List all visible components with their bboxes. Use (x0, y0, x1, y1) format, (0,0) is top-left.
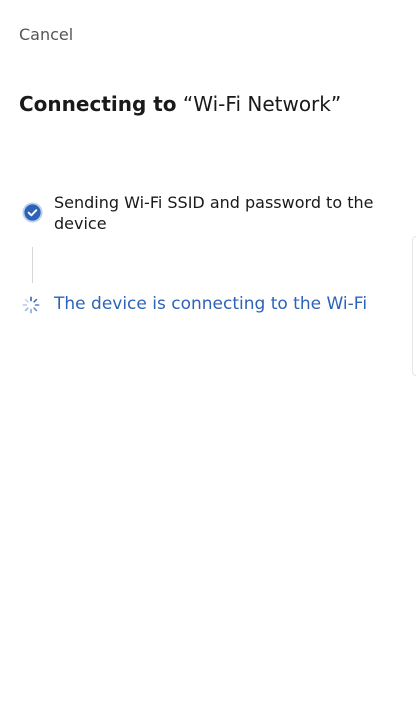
scroll-handle[interactable] (412, 236, 416, 376)
page-title: Connecting to “Wi-Fi Network” (19, 92, 341, 116)
step-label: Sending Wi-Fi SSID and password to the d… (54, 193, 374, 233)
step-device-connecting: The device is connecting to the Wi-Fi (22, 294, 374, 315)
step-connector-line (32, 247, 33, 283)
check-circle-icon (22, 202, 43, 223)
title-network-name: “Wi-Fi Network” (182, 92, 342, 116)
step-sending-credentials: Sending Wi-Fi SSID and password to the d… (22, 192, 374, 234)
step-label: The device is connecting to the Wi-Fi (54, 294, 368, 314)
spinner-icon (22, 296, 40, 314)
cancel-button[interactable]: Cancel (19, 25, 73, 44)
title-prefix: Connecting to (19, 92, 177, 116)
